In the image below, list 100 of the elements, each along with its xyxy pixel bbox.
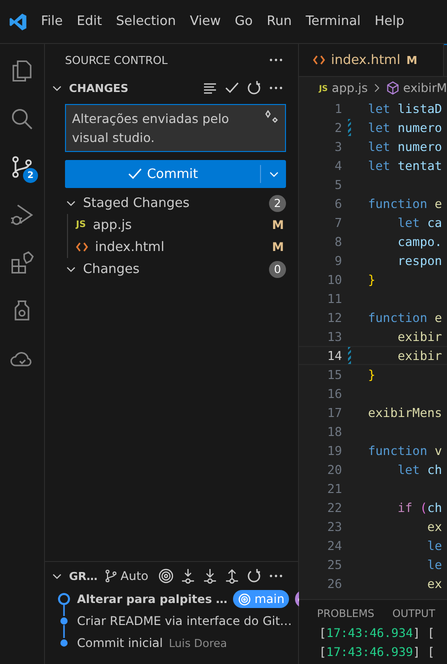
status-letter: M <box>406 54 418 67</box>
line-number: 24 <box>326 538 342 552</box>
branch-name: main <box>254 592 284 606</box>
menu-item[interactable]: Run <box>260 14 299 29</box>
log-line: [17:43:46.934] [ <box>318 626 436 642</box>
code-line: if (ch <box>396 500 442 514</box>
tab-label: index.html <box>331 52 400 68</box>
line-number: 19 <box>326 444 342 458</box>
menu-item[interactable]: View <box>182 14 228 29</box>
push-icon[interactable] <box>224 568 240 584</box>
line-number: 14 <box>326 348 342 362</box>
commit-message[interactable]: Criar README via interface do Git… <box>77 614 292 628</box>
app-logo-icon <box>8 12 28 32</box>
auto-button[interactable]: Auto <box>104 569 148 583</box>
breadcrumb-item[interactable]: exibirM <box>403 81 447 96</box>
code-brackets-icon <box>313 55 325 66</box>
check-icon <box>126 166 143 182</box>
sidebar-title: SOURCE CONTROL <box>65 54 168 66</box>
code-line: } <box>368 368 376 382</box>
code-line: ex <box>426 520 442 534</box>
run-debug-icon <box>9 202 35 228</box>
code-line: le <box>426 538 442 552</box>
code-line: let ch <box>396 462 442 476</box>
code-line: function e <box>368 196 442 210</box>
menu-item[interactable]: Terminal <box>298 14 368 29</box>
line-number: 8 <box>334 234 342 248</box>
activity-item[interactable]: 2 <box>0 148 44 186</box>
code-brackets-icon <box>76 242 88 252</box>
line-number: 12 <box>326 310 342 324</box>
commit-message[interactable]: Alterar para palpites … <box>77 592 228 606</box>
breadcrumb-item[interactable]: app.js <box>332 81 368 96</box>
count-badge: 0 <box>269 260 286 278</box>
code-line: le <box>426 558 442 572</box>
pull-icon[interactable] <box>202 568 218 584</box>
changed-file-row[interactable]: JS app.js M <box>68 214 298 236</box>
line-number: 18 <box>326 424 342 438</box>
search-icon <box>9 106 35 132</box>
menu-item[interactable]: Go <box>228 14 260 29</box>
javascript-file-icon: JS <box>76 220 86 230</box>
refresh-icon[interactable] <box>246 568 262 584</box>
code-line: exibir <box>396 348 442 362</box>
line-number: 11 <box>326 292 342 306</box>
line-number: 26 <box>326 576 342 590</box>
target-icon[interactable] <box>158 568 174 584</box>
line-number: 17 <box>326 406 342 420</box>
line-number: 7 <box>334 216 342 230</box>
line-number: 9 <box>334 254 342 268</box>
code-line: } <box>368 272 376 286</box>
code-line: let numero <box>368 120 442 134</box>
line-number: 6 <box>334 196 342 210</box>
line-number: 10 <box>326 272 342 286</box>
javascript-file-icon: JS <box>319 84 328 93</box>
line-number: 13 <box>326 330 342 344</box>
code-line: let listaD <box>368 102 442 116</box>
check-icon[interactable] <box>224 80 240 96</box>
branch-icon <box>104 569 118 583</box>
commit-message-field[interactable]: Alterações enviadas pelo visual studio. <box>65 104 286 152</box>
section-title: CHANGES <box>69 82 128 94</box>
refresh-icon[interactable] <box>246 80 262 96</box>
tree-group[interactable]: Staged Changes 2 <box>45 192 298 214</box>
line-number: 22 <box>326 500 342 514</box>
line-number: 5 <box>334 178 342 192</box>
line-number: 3 <box>334 140 342 154</box>
code-line: ex <box>426 576 442 590</box>
changed-file-row[interactable]: index.html M <box>68 236 298 258</box>
code-line: let tentat <box>368 158 442 172</box>
menu-item[interactable]: File <box>34 14 70 29</box>
target-icon <box>238 592 252 606</box>
line-number: 25 <box>326 558 342 572</box>
code-line: campo. <box>396 234 442 248</box>
panel-tab[interactable]: PROBLEMS <box>317 608 374 620</box>
line-number: 20 <box>326 462 342 476</box>
section-title: GR… <box>69 570 98 582</box>
count-badge: 2 <box>269 194 286 212</box>
line-number: 23 <box>326 520 342 534</box>
code-line: function e <box>368 310 442 324</box>
notification-badge: 2 <box>23 168 38 183</box>
commit-author: Luis Dorea <box>168 636 228 650</box>
menu-item[interactable]: Selection <box>108 14 183 29</box>
extensions-icon <box>9 250 35 276</box>
line-number: 16 <box>326 386 342 400</box>
fetch-icon[interactable] <box>180 568 196 584</box>
code-line: let numero <box>368 140 442 154</box>
panel-tab[interactable]: OUTPUT <box>392 608 436 620</box>
line-number: 21 <box>326 482 342 496</box>
cube-icon <box>386 81 400 96</box>
line-number: 15 <box>326 368 342 382</box>
log-line: [17:43:46.939] [ <box>318 645 436 661</box>
code-line: exibir <box>396 330 442 344</box>
menu-item[interactable]: Help <box>368 14 412 29</box>
code-line: function v <box>368 444 442 458</box>
menu-item[interactable]: Edit <box>70 14 109 29</box>
tree-group[interactable]: Changes 0 <box>45 258 298 280</box>
line-number: 2 <box>334 120 342 134</box>
code-line: let ca <box>396 216 442 230</box>
line-number: 4 <box>334 158 342 172</box>
code-line: respon <box>396 254 442 268</box>
code-line: exibirMens <box>368 406 442 420</box>
commit-message[interactable]: Commit inicial <box>77 636 163 650</box>
line-number: 1 <box>334 102 342 116</box>
